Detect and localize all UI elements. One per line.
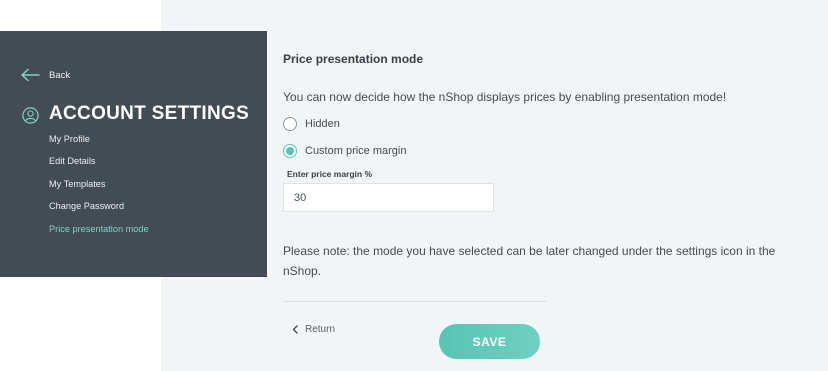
back-link[interactable]: Back <box>21 68 70 82</box>
note-text: Please note: the mode you have selected … <box>283 244 776 278</box>
arrow-left-icon <box>21 68 40 82</box>
settings-menu: My Profile Edit Details My Templates Cha… <box>49 133 149 245</box>
sidebar-item-change-password[interactable]: Change Password <box>49 200 149 222</box>
page-title: ACCOUNT SETTINGS <box>49 103 250 124</box>
price-margin-label: Enter price margin % <box>287 169 373 179</box>
back-label: Back <box>49 70 71 81</box>
return-link[interactable]: Return <box>292 324 335 335</box>
save-button[interactable]: SAVE <box>439 324 540 359</box>
intro-text: You can now decide how the nShop display… <box>283 90 727 104</box>
divider <box>283 301 546 302</box>
sidebar-item-edit-details[interactable]: Edit Details <box>49 155 149 177</box>
sidebar-item-price-presentation-mode[interactable]: Price presentation mode <box>49 223 149 245</box>
hidden-radio-label: Hidden <box>305 118 340 130</box>
hidden-radio[interactable] <box>283 117 297 131</box>
sidebar-item-my-templates[interactable]: My Templates <box>49 178 149 200</box>
custom-price-margin-radio[interactable] <box>283 144 297 158</box>
chevron-left-icon <box>292 325 298 334</box>
user-icon <box>22 106 39 124</box>
sidebar-item-my-profile[interactable]: My Profile <box>49 133 149 155</box>
return-label: Return <box>305 324 336 335</box>
sidebar: Back ACCOUNT SETTINGS My Profile Edit De… <box>0 31 267 277</box>
account-settings-header: ACCOUNT SETTINGS <box>22 103 249 125</box>
option-hidden[interactable]: Hidden <box>283 117 340 131</box>
price-margin-input[interactable] <box>283 183 494 212</box>
custom-price-margin-radio-label: Custom price margin <box>305 145 407 157</box>
option-custom-price-margin[interactable]: Custom price margin <box>283 144 406 158</box>
section-title: Price presentation mode <box>283 52 424 66</box>
